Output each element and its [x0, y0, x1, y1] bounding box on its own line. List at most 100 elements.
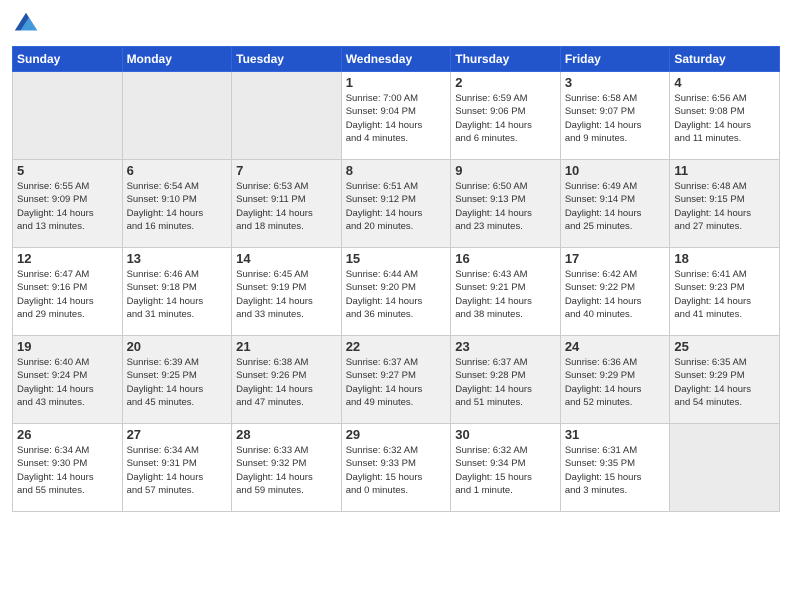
- day-cell: 28 Sunrise: 6:33 AM Sunset: 9:32 PM Dayli…: [232, 424, 342, 512]
- day-cell: 30 Sunrise: 6:32 AM Sunset: 9:34 PM Dayli…: [451, 424, 561, 512]
- day-number: 25: [674, 339, 775, 354]
- day-cell: 10 Sunrise: 6:49 AM Sunset: 9:14 PM Dayli…: [560, 160, 670, 248]
- day-number: 21: [236, 339, 337, 354]
- day-info: Sunrise: 6:32 AM Sunset: 9:34 PM Dayligh…: [455, 444, 556, 497]
- day-cell: 4 Sunrise: 6:56 AM Sunset: 9:08 PM Daylig…: [670, 72, 780, 160]
- calendar-body: 1Sunrise: 7:00 AM Sunset: 9:04 PM Daylig…: [13, 72, 780, 512]
- header-cell-tuesday: Tuesday: [232, 47, 342, 72]
- day-cell: 26 Sunrise: 6:34 AM Sunset: 9:30 PM Dayli…: [13, 424, 123, 512]
- header-row: SundayMondayTuesdayWednesdayThursdayFrid…: [13, 47, 780, 72]
- day-info: Sunrise: 6:36 AM Sunset: 9:29 PM Dayligh…: [565, 356, 666, 409]
- day-cell: 14 Sunrise: 6:45 AM Sunset: 9:19 PM Dayli…: [232, 248, 342, 336]
- day-number: 18: [674, 251, 775, 266]
- day-cell: 21 Sunrise: 6:38 AM Sunset: 9:26 PM Dayli…: [232, 336, 342, 424]
- day-cell: 19 Sunrise: 6:40 AM Sunset: 9:24 PM Dayli…: [13, 336, 123, 424]
- day-cell: [670, 424, 780, 512]
- day-number: 13: [127, 251, 228, 266]
- day-cell: [122, 72, 232, 160]
- day-number: 17: [565, 251, 666, 266]
- day-number: 8: [346, 163, 447, 178]
- day-info: Sunrise: 6:56 AM Sunset: 9:08 PM Dayligh…: [674, 92, 775, 145]
- day-info: Sunrise: 6:55 AM Sunset: 9:09 PM Dayligh…: [17, 180, 118, 233]
- day-number: 30: [455, 427, 556, 442]
- day-number: 2: [455, 75, 556, 90]
- day-cell: 31 Sunrise: 6:31 AM Sunset: 9:35 PM Dayli…: [560, 424, 670, 512]
- day-number: 11: [674, 163, 775, 178]
- day-number: 16: [455, 251, 556, 266]
- day-info: Sunrise: 6:34 AM Sunset: 9:31 PM Dayligh…: [127, 444, 228, 497]
- day-info: Sunrise: 6:40 AM Sunset: 9:24 PM Dayligh…: [17, 356, 118, 409]
- day-cell: 1Sunrise: 7:00 AM Sunset: 9:04 PM Daylig…: [341, 72, 451, 160]
- day-number: 6: [127, 163, 228, 178]
- week-row-1: 1Sunrise: 7:00 AM Sunset: 9:04 PM Daylig…: [13, 72, 780, 160]
- day-number: 26: [17, 427, 118, 442]
- day-cell: 24Sunrise: 6:36 AM Sunset: 9:29 PM Dayli…: [560, 336, 670, 424]
- day-info: Sunrise: 6:54 AM Sunset: 9:10 PM Dayligh…: [127, 180, 228, 233]
- week-row-2: 5 Sunrise: 6:55 AM Sunset: 9:09 PM Daylig…: [13, 160, 780, 248]
- day-cell: 20 Sunrise: 6:39 AM Sunset: 9:25 PM Dayli…: [122, 336, 232, 424]
- header: [12, 10, 780, 38]
- day-cell: 29 Sunrise: 6:32 AM Sunset: 9:33 PM Dayli…: [341, 424, 451, 512]
- day-info: Sunrise: 6:34 AM Sunset: 9:30 PM Dayligh…: [17, 444, 118, 497]
- day-info: Sunrise: 6:46 AM Sunset: 9:18 PM Dayligh…: [127, 268, 228, 321]
- day-info: Sunrise: 6:41 AM Sunset: 9:23 PM Dayligh…: [674, 268, 775, 321]
- day-info: Sunrise: 6:48 AM Sunset: 9:15 PM Dayligh…: [674, 180, 775, 233]
- day-cell: 5 Sunrise: 6:55 AM Sunset: 9:09 PM Daylig…: [13, 160, 123, 248]
- day-info: Sunrise: 6:45 AM Sunset: 9:19 PM Dayligh…: [236, 268, 337, 321]
- day-number: 12: [17, 251, 118, 266]
- day-cell: 9 Sunrise: 6:50 AM Sunset: 9:13 PM Daylig…: [451, 160, 561, 248]
- day-cell: 2 Sunrise: 6:59 AM Sunset: 9:06 PM Daylig…: [451, 72, 561, 160]
- header-cell-sunday: Sunday: [13, 47, 123, 72]
- day-cell: 3Sunrise: 6:58 AM Sunset: 9:07 PM Daylig…: [560, 72, 670, 160]
- day-number: 5: [17, 163, 118, 178]
- day-cell: 17Sunrise: 6:42 AM Sunset: 9:22 PM Dayli…: [560, 248, 670, 336]
- day-cell: 11 Sunrise: 6:48 AM Sunset: 9:15 PM Dayli…: [670, 160, 780, 248]
- day-cell: 6 Sunrise: 6:54 AM Sunset: 9:10 PM Daylig…: [122, 160, 232, 248]
- day-info: Sunrise: 6:44 AM Sunset: 9:20 PM Dayligh…: [346, 268, 447, 321]
- day-cell: 25 Sunrise: 6:35 AM Sunset: 9:29 PM Dayli…: [670, 336, 780, 424]
- header-cell-thursday: Thursday: [451, 47, 561, 72]
- day-info: Sunrise: 6:43 AM Sunset: 9:21 PM Dayligh…: [455, 268, 556, 321]
- day-info: Sunrise: 6:35 AM Sunset: 9:29 PM Dayligh…: [674, 356, 775, 409]
- day-info: Sunrise: 6:49 AM Sunset: 9:14 PM Dayligh…: [565, 180, 666, 233]
- day-number: 9: [455, 163, 556, 178]
- day-number: 22: [346, 339, 447, 354]
- day-number: 27: [127, 427, 228, 442]
- day-cell: 16 Sunrise: 6:43 AM Sunset: 9:21 PM Dayli…: [451, 248, 561, 336]
- day-info: Sunrise: 6:50 AM Sunset: 9:13 PM Dayligh…: [455, 180, 556, 233]
- day-number: 14: [236, 251, 337, 266]
- calendar-header: SundayMondayTuesdayWednesdayThursdayFrid…: [13, 47, 780, 72]
- day-number: 15: [346, 251, 447, 266]
- header-cell-saturday: Saturday: [670, 47, 780, 72]
- day-cell: 7Sunrise: 6:53 AM Sunset: 9:11 PM Daylig…: [232, 160, 342, 248]
- day-number: 31: [565, 427, 666, 442]
- day-cell: [232, 72, 342, 160]
- day-info: Sunrise: 6:58 AM Sunset: 9:07 PM Dayligh…: [565, 92, 666, 145]
- day-cell: 8Sunrise: 6:51 AM Sunset: 9:12 PM Daylig…: [341, 160, 451, 248]
- logo-icon: [12, 10, 40, 38]
- day-info: Sunrise: 6:32 AM Sunset: 9:33 PM Dayligh…: [346, 444, 447, 497]
- day-cell: 22Sunrise: 6:37 AM Sunset: 9:27 PM Dayli…: [341, 336, 451, 424]
- day-number: 28: [236, 427, 337, 442]
- day-number: 10: [565, 163, 666, 178]
- day-number: 20: [127, 339, 228, 354]
- day-info: Sunrise: 6:53 AM Sunset: 9:11 PM Dayligh…: [236, 180, 337, 233]
- day-info: Sunrise: 6:31 AM Sunset: 9:35 PM Dayligh…: [565, 444, 666, 497]
- day-number: 29: [346, 427, 447, 442]
- day-info: Sunrise: 6:33 AM Sunset: 9:32 PM Dayligh…: [236, 444, 337, 497]
- day-number: 23: [455, 339, 556, 354]
- logo: [12, 10, 44, 38]
- header-cell-friday: Friday: [560, 47, 670, 72]
- day-cell: 23Sunrise: 6:37 AM Sunset: 9:28 PM Dayli…: [451, 336, 561, 424]
- day-number: 4: [674, 75, 775, 90]
- calendar-table: SundayMondayTuesdayWednesdayThursdayFrid…: [12, 46, 780, 512]
- day-cell: 15 Sunrise: 6:44 AM Sunset: 9:20 PM Dayli…: [341, 248, 451, 336]
- day-cell: 18 Sunrise: 6:41 AM Sunset: 9:23 PM Dayli…: [670, 248, 780, 336]
- day-cell: 27 Sunrise: 6:34 AM Sunset: 9:31 PM Dayli…: [122, 424, 232, 512]
- day-number: 19: [17, 339, 118, 354]
- day-info: Sunrise: 6:38 AM Sunset: 9:26 PM Dayligh…: [236, 356, 337, 409]
- day-info: Sunrise: 6:59 AM Sunset: 9:06 PM Dayligh…: [455, 92, 556, 145]
- day-info: Sunrise: 6:39 AM Sunset: 9:25 PM Dayligh…: [127, 356, 228, 409]
- week-row-4: 19 Sunrise: 6:40 AM Sunset: 9:24 PM Dayli…: [13, 336, 780, 424]
- week-row-3: 12Sunrise: 6:47 AM Sunset: 9:16 PM Dayli…: [13, 248, 780, 336]
